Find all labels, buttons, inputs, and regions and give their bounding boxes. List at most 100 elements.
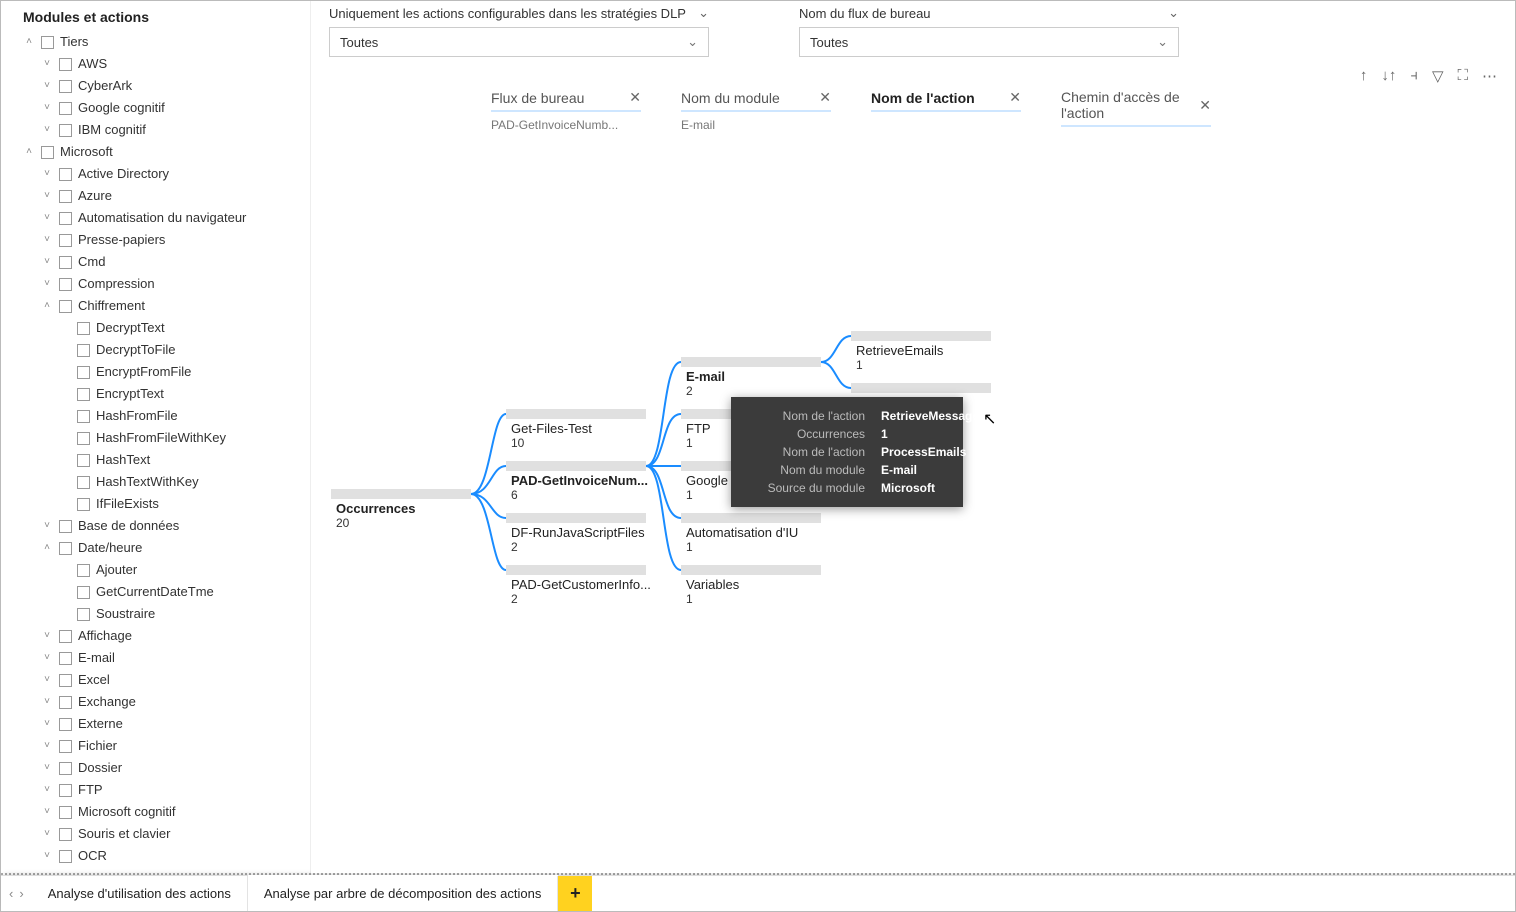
chevron-down-icon[interactable]: ˅ (41, 692, 53, 712)
tree-item[interactable]: ·DecryptText (59, 317, 308, 339)
checkbox[interactable] (59, 278, 72, 291)
chevron-down-icon[interactable]: ˅ (41, 824, 53, 844)
checkbox[interactable] (77, 410, 90, 423)
decomp-bar[interactable] (506, 513, 646, 523)
checkbox[interactable] (77, 454, 90, 467)
drill-up-icon[interactable]: ↑ (1360, 67, 1368, 85)
tree-item[interactable]: ˅Souris et clavier (41, 823, 308, 845)
decomp-bar[interactable] (851, 331, 991, 341)
tree-item[interactable]: ·IfFileExists (59, 493, 308, 515)
checkbox[interactable] (59, 256, 72, 269)
checkbox[interactable] (59, 740, 72, 753)
tree-item[interactable]: ˅CyberArk (41, 75, 308, 97)
chevron-down-icon[interactable]: ˅ (41, 76, 53, 96)
checkbox[interactable] (59, 850, 72, 863)
focus-icon[interactable]: ⛶ (1457, 67, 1468, 85)
checkbox[interactable] (77, 344, 90, 357)
tab-next-icon[interactable]: › (19, 886, 23, 901)
chevron-down-icon[interactable]: ˅ (41, 648, 53, 668)
chevron-down-icon[interactable]: ˅ (41, 98, 53, 118)
tree-item[interactable]: ˅Dossier (41, 757, 308, 779)
chevron-down-icon[interactable]: ˅ (41, 670, 53, 690)
tree-item[interactable]: ·Soustraire (59, 603, 308, 625)
tree-item[interactable]: ·HashFromFile (59, 405, 308, 427)
chevron-down-icon[interactable]: ˅ (41, 54, 53, 74)
decomp-node-label[interactable]: PAD-GetInvoiceNum...6 (511, 473, 648, 502)
report-tab[interactable]: Analyse d'utilisation des actions (32, 876, 248, 911)
decomp-node-label[interactable]: DF-RunJavaScriptFiles2 (511, 525, 645, 554)
checkbox[interactable] (59, 762, 72, 775)
decomp-bar[interactable] (681, 357, 821, 367)
chevron-down-icon[interactable]: ˅ (41, 626, 53, 646)
tree-item[interactable]: ˄Chiffrement (41, 295, 308, 317)
tree-item[interactable]: ˅Excel (41, 669, 308, 691)
checkbox[interactable] (59, 58, 72, 71)
decomp-node-label[interactable]: Automatisation d'IU1 (686, 525, 798, 554)
close-icon[interactable]: ✕ (629, 89, 641, 106)
tree-item[interactable]: ·HashTextWithKey (59, 471, 308, 493)
chevron-down-icon[interactable]: ˅ (41, 208, 53, 228)
report-tab[interactable]: Analyse par arbre de décomposition des a… (248, 876, 559, 911)
tree-item[interactable]: ˅Affichage (41, 625, 308, 647)
checkbox[interactable] (77, 564, 90, 577)
tree-item[interactable]: ˄Date/heure (41, 537, 308, 559)
checkbox[interactable] (59, 234, 72, 247)
checkbox[interactable] (41, 36, 54, 49)
filter-dlp-select[interactable]: Toutes ⌄ (329, 27, 709, 57)
close-icon[interactable]: ✕ (819, 89, 831, 106)
checkbox[interactable] (77, 498, 90, 511)
decomp-bar[interactable] (506, 565, 646, 575)
decomp-bar[interactable] (506, 409, 646, 419)
tree-item[interactable]: ˄Microsoft (23, 141, 308, 163)
tree-item[interactable]: ˅Google cognitif (41, 97, 308, 119)
add-tab-button[interactable]: + (558, 876, 592, 911)
chevron-down-icon[interactable]: ˅ (41, 516, 53, 536)
chevron-down-icon[interactable]: ˅ (41, 758, 53, 778)
tree-item[interactable]: ·HashFromFileWithKey (59, 427, 308, 449)
tree-item[interactable]: ˅Automatisation du navigateur (41, 207, 308, 229)
drill-updown-icon[interactable]: ↓↑ (1381, 67, 1396, 85)
decomp-node-label[interactable]: FTP1 (686, 421, 711, 450)
chevron-down-icon[interactable]: ˅ (41, 736, 53, 756)
chevron-down-icon[interactable]: ⌄ (1157, 34, 1168, 50)
checkbox[interactable] (59, 652, 72, 665)
tree-item[interactable]: ·DecryptToFile (59, 339, 308, 361)
tree-item[interactable]: ˅Microsoft cognitif (41, 801, 308, 823)
tree-item[interactable]: ˅OCR (41, 845, 308, 867)
close-icon[interactable]: ✕ (1009, 89, 1021, 106)
checkbox[interactable] (59, 630, 72, 643)
tree-item[interactable]: ˅Exchange (41, 691, 308, 713)
checkbox[interactable] (59, 190, 72, 203)
chevron-up-icon[interactable]: ˄ (41, 296, 53, 316)
chevron-down-icon[interactable]: ˅ (41, 230, 53, 250)
tree-item[interactable]: ˅Active Directory (41, 163, 308, 185)
checkbox[interactable] (59, 124, 72, 137)
checkbox[interactable] (77, 608, 90, 621)
chevron-down-icon[interactable]: ˅ (41, 164, 53, 184)
chevron-up-icon[interactable]: ˄ (23, 32, 35, 52)
chevron-down-icon[interactable]: ⌄ (698, 5, 709, 21)
checkbox[interactable] (77, 432, 90, 445)
tree-item[interactable]: ˅Base de données (41, 515, 308, 537)
more-icon[interactable]: ⋯ (1482, 67, 1497, 85)
tree-item[interactable]: ·HashText (59, 449, 308, 471)
checkbox[interactable] (59, 718, 72, 731)
chevron-up-icon[interactable]: ˄ (41, 538, 53, 558)
tree-item[interactable]: ˅AWS (41, 53, 308, 75)
decomp-node-label[interactable]: PAD-GetCustomerInfo...2 (511, 577, 651, 606)
chevron-up-icon[interactable]: ˄ (23, 142, 35, 162)
chevron-down-icon[interactable]: ˅ (41, 780, 53, 800)
checkbox[interactable] (59, 212, 72, 225)
tree-item[interactable]: ·EncryptFromFile (59, 361, 308, 383)
checkbox[interactable] (59, 696, 72, 709)
hierarchy-icon[interactable]: ⫞ (1410, 67, 1418, 85)
checkbox[interactable] (41, 146, 54, 159)
checkbox[interactable] (77, 366, 90, 379)
decomp-bar[interactable] (331, 489, 471, 499)
decomp-node-label[interactable]: E-mail2 (686, 369, 725, 398)
chevron-down-icon[interactable]: ˅ (41, 252, 53, 272)
decomp-bar[interactable] (506, 461, 646, 471)
tree-item[interactable]: ˅Compression (41, 273, 308, 295)
tree-item[interactable]: ·GetCurrentDateTme (59, 581, 308, 603)
filter-dlp-head[interactable]: Uniquement les actions configurables dan… (329, 5, 709, 21)
